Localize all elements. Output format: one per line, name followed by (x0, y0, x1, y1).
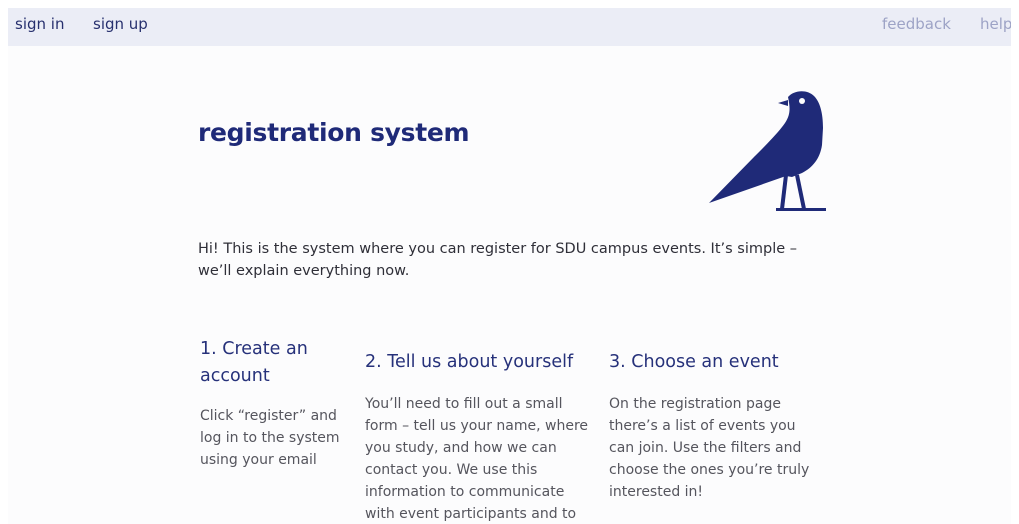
step-title: 2. Tell us about yourself (365, 352, 574, 372)
sign-up-link[interactable]: sign up (93, 15, 148, 33)
step-title: 3. Choose an event (609, 352, 779, 372)
step-about-yourself: 2. Tell us about yourself You’ll need to… (365, 349, 590, 524)
page-title: registration system (198, 118, 470, 147)
intro-text: Hi! This is the system where you can reg… (198, 241, 798, 279)
step-create-account: 1. Create an account Click “register” an… (200, 336, 340, 471)
step-body: Click “register” and log in to the syste… (200, 408, 340, 468)
page: sign in sign up feedback help registrati… (8, 8, 1011, 524)
step-choose-event: 3. Choose an event On the registration p… (609, 349, 814, 503)
step-body: On the registration page there’s a list … (609, 396, 810, 500)
step-title: 1. Create an account (200, 339, 308, 386)
step-body: You’ll need to fill out a small form – t… (365, 396, 589, 522)
sign-in-link[interactable]: sign in (15, 15, 64, 33)
top-navigation-bar: sign in sign up feedback help (8, 8, 1011, 46)
feedback-link[interactable]: feedback (882, 15, 951, 33)
help-link[interactable]: help (980, 15, 1011, 33)
raven-icon (709, 91, 826, 211)
